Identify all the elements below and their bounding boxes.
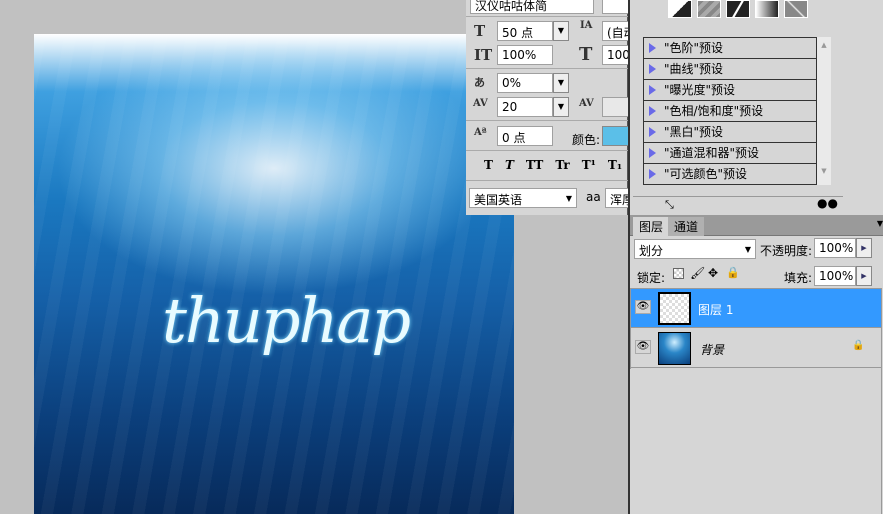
opacity-label: 不透明度: [760,244,813,258]
opacity-slider-button[interactable]: ▶ [856,238,872,258]
all-caps-button[interactable]: TT [526,158,543,172]
lock-position-move-icon[interactable]: ✥ [708,266,718,280]
preset-item[interactable]: "色相/饱和度"预设 [644,101,816,122]
vertical-scale-field[interactable]: 100% [497,45,553,65]
layer-lock-icon: 🔒 [852,340,865,351]
font-size-icon: T [474,22,486,40]
font-size-dropdown[interactable]: ▼ [553,21,569,41]
font-size-field[interactable]: 50 点 [497,21,553,41]
superscript-button[interactable]: T¹ [582,158,596,172]
vertical-scale-icon: IT [474,46,493,64]
tracking-icon: AV [473,98,488,109]
threshold-icon[interactable] [668,0,692,18]
tracking-dropdown[interactable]: ▼ [553,97,569,117]
layer-name[interactable]: 图层 1 [698,301,733,318]
subscript-button[interactable]: T₁ [608,158,622,172]
preset-item[interactable]: "曲线"预设 [644,59,816,80]
lock-pixels-brush-icon[interactable]: 🖌 [690,266,705,280]
tsume-dropdown[interactable]: ▼ [553,73,569,93]
right-panels: "色阶"预设 "曲线"预设 "曝光度"预设 "色相/饱和度"预设 "黑白"预设 … [628,0,883,514]
small-caps-button[interactable]: Tr [555,158,569,172]
lock-transparency-icon[interactable] [673,268,684,279]
layer-row-background[interactable]: 👁 背景 🔒 [630,329,882,368]
visibility-eye-icon[interactable]: 👁 [635,340,651,354]
kerning-icon: AV [579,98,594,109]
layer-thumbnail [658,332,691,365]
lock-all-icon[interactable]: 🔒 [726,266,740,279]
blend-mode-value: 划分 [639,244,664,258]
fill-label: 填充: [784,271,813,285]
posterize-icon[interactable] [697,0,721,18]
faux-italic-button[interactable]: T [505,158,514,172]
adjustment-presets-list: "色阶"预设 "曲线"预设 "曝光度"预设 "色相/饱和度"预设 "黑白"预设 … [643,37,817,185]
color-label: 颜色: [572,133,601,147]
tab-layers[interactable]: 图层 [633,217,670,236]
baseline-shift-field[interactable]: 0 点 [497,126,553,146]
preset-item[interactable]: "色阶"预设 [644,38,816,59]
fill-slider-button[interactable]: ▶ [856,266,872,286]
font-family-select[interactable]: 汉仪咕咕体简 [470,0,594,14]
blend-mode-select[interactable]: 划分 ▼ [634,239,756,259]
invert-icon[interactable] [726,0,750,18]
light-rays [34,34,514,514]
layer-thumbnail [658,292,691,325]
opacity-field[interactable]: 100% [814,238,856,258]
faux-bold-button[interactable]: T [484,158,493,172]
tracking-field[interactable]: 20 [497,97,553,117]
layers-tab-bar: 图层 通道 ▼ [630,215,883,236]
language-select[interactable]: 美国英语 ▼ [469,188,577,208]
preset-item[interactable]: "通道混和器"预设 [644,143,816,164]
preset-item[interactable]: "曝光度"预设 [644,80,816,101]
language-value: 美国英语 [474,193,523,207]
expand-view-icon[interactable]: ⤡ [665,198,674,212]
canvas-text[interactable]: thuphap [162,284,411,357]
visibility-eye-icon[interactable]: 👁 [635,300,651,314]
antialias-icon: aa [586,190,601,204]
panel-menu-icon[interactable]: ▼ [877,219,883,228]
layer-row-layer1[interactable]: 👁 图层 1 [630,289,882,328]
tab-channels[interactable]: 通道 [668,217,705,236]
gradient-map-icon[interactable] [755,0,779,18]
selective-color-icon[interactable] [784,0,808,18]
preset-item[interactable]: "黑白"预设 [644,122,816,143]
lock-label: 锁定: [637,271,666,285]
fill-field[interactable]: 100% [814,266,856,286]
presets-scrollbar[interactable]: ▲ ▼ [817,37,831,185]
layer-name[interactable]: 背景 [700,341,724,358]
leading-icon: IA [580,20,593,31]
tsume-field[interactable]: 0% [497,73,553,93]
document-canvas[interactable]: thuphap [34,34,514,514]
clip-layer-icon[interactable]: ●● [817,196,838,210]
preset-item[interactable]: "可选颜色"预设 [644,164,816,185]
character-panel: 汉仪咕咕体简 T 50 点 ▼ IA (自动 IT 100% T 100% あ … [466,0,635,215]
horizontal-scale-icon: T [579,44,593,65]
tsume-icon: あ [474,76,485,89]
baseline-shift-icon: Aª [474,127,487,138]
